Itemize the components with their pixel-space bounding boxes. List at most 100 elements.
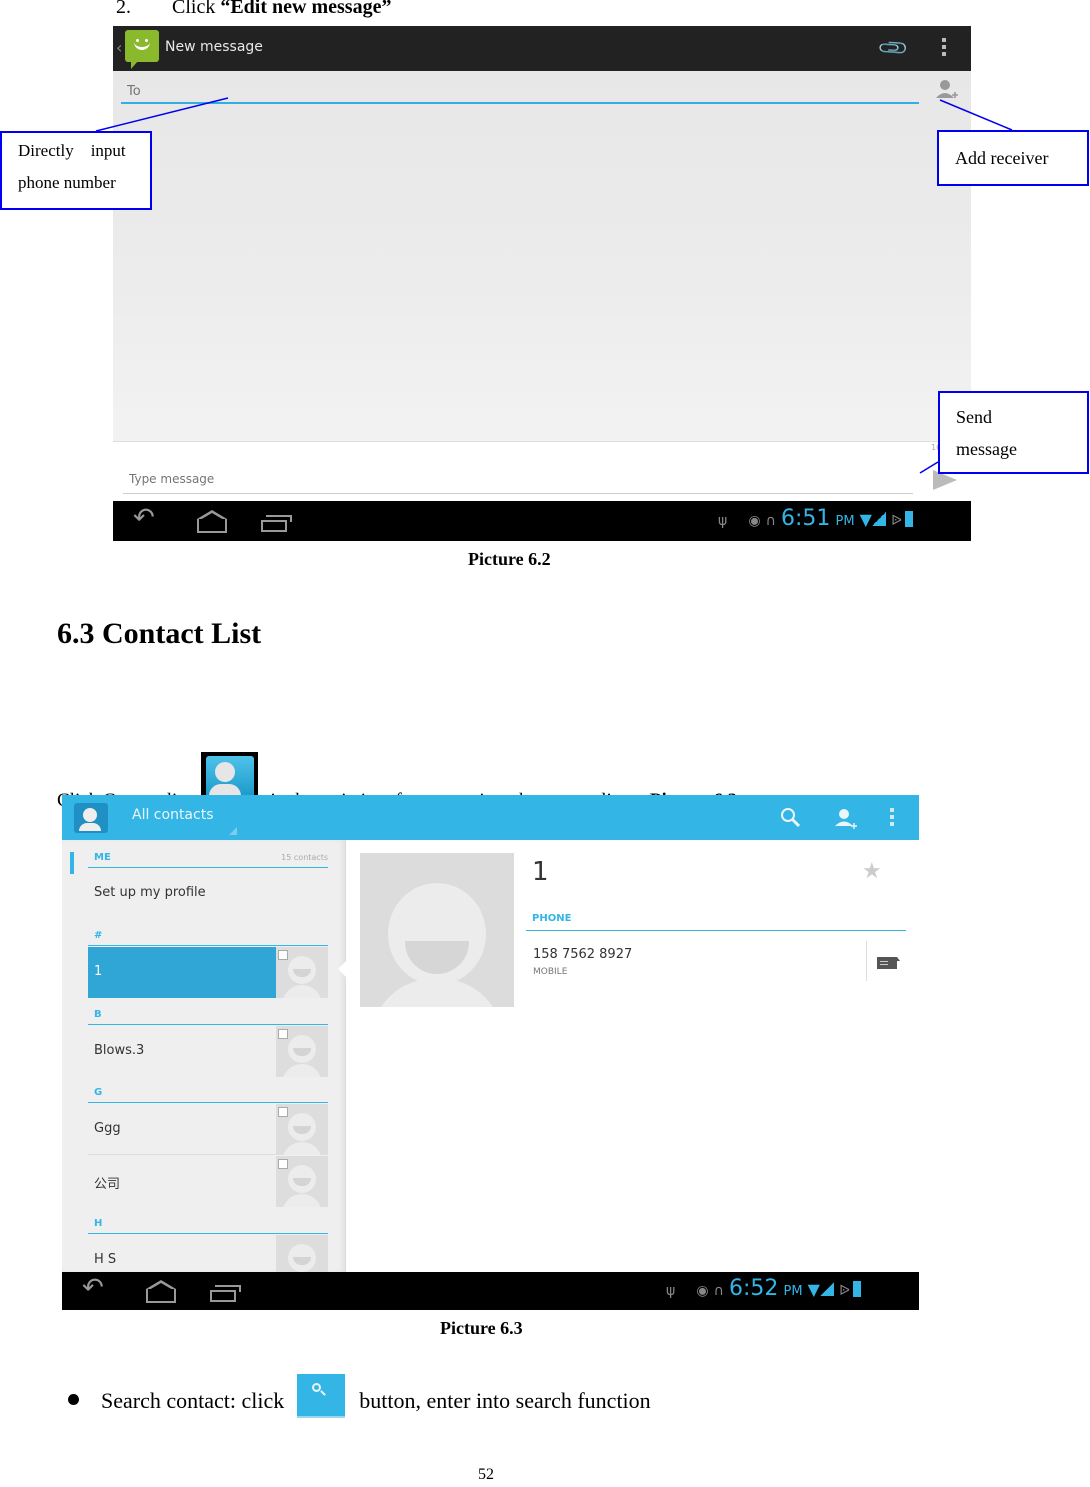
section-header-label: G (94, 1087, 103, 1098)
clock-time: 6:51 (781, 506, 831, 531)
contact-list-pane: ME 15 contacts Set up my profile # 1 B B… (62, 840, 346, 1286)
bullet-search-contact: Search contact: click button, enter into… (68, 1374, 651, 1418)
callout-add-receiver: Add receiver (937, 130, 1089, 186)
setup-profile-label: Set up my profile (94, 885, 206, 900)
callout-line: message (956, 439, 1017, 459)
signal-icon (819, 1282, 834, 1296)
section-header-g: G (88, 1081, 328, 1103)
system-navbar: ↶ ψ ◉ ∩ 6:52 PM ▼ ᐉ (62, 1272, 919, 1310)
clock-ampm: PM (835, 514, 855, 529)
nav-recent-apps-icon[interactable] (210, 1285, 241, 1302)
section-heading: 6.3 Contact List (57, 617, 262, 650)
search-icon[interactable] (780, 807, 802, 829)
signal-icon (871, 512, 886, 526)
bullet-icon (68, 1394, 79, 1405)
overflow-menu-icon[interactable] (942, 38, 947, 59)
clock-time: 6:52 (729, 1276, 779, 1301)
action-bar-title: New message (165, 39, 263, 55)
contact-name: Ggg (94, 1121, 121, 1136)
attach-paperclip-icon[interactable]: 📎 (876, 31, 911, 66)
contacts-app-icon[interactable] (74, 803, 108, 833)
system-navbar: ↶ ψ ◉ ∩ 6:51 PM ▼ ᐉ (113, 501, 971, 541)
battery-icon (852, 1281, 861, 1297)
page-number: 52 (478, 1466, 494, 1483)
back-chevron-icon[interactable]: ‹ (116, 38, 122, 57)
section-header-label: H (94, 1218, 103, 1229)
status-bar: ψ ◉ ∩ 6:51 PM ▼ ᐉ (718, 506, 913, 531)
step-prefix: Click (172, 0, 221, 18)
nav-home-icon[interactable] (146, 1280, 176, 1303)
setup-profile-row[interactable]: Set up my profile (88, 868, 328, 919)
contact-row-selected[interactable]: 1 (88, 947, 328, 998)
bullet-text-after: button, enter into search function (353, 1388, 651, 1413)
callout-send-message: Send message (938, 391, 1089, 474)
callout-line: phone number (18, 173, 116, 192)
type-message-input[interactable] (123, 464, 913, 486)
bluetooth-icon: ᐉ (891, 513, 902, 529)
type-message-field[interactable] (123, 464, 913, 494)
contact-count: 15 contacts (281, 853, 328, 862)
phone-section-header: PHONE (526, 909, 906, 931)
contact-name: H S (94, 1252, 117, 1267)
usb-icon: ψ (718, 513, 728, 529)
callout-line: Directly input (18, 141, 126, 160)
contact-detail-photo[interactable] (360, 853, 514, 1007)
headset-icon: ∩ (765, 513, 776, 529)
section-header-label: B (94, 1009, 102, 1020)
contact-name: 1 (94, 964, 103, 979)
add-person-icon[interactable] (935, 78, 959, 102)
send-sms-icon[interactable] (877, 957, 900, 969)
contact-row[interactable]: 公司 (88, 1156, 328, 1207)
contact-row[interactable]: Ggg (88, 1104, 328, 1155)
contact-detail-name: 1 (532, 857, 549, 887)
to-input[interactable] (121, 80, 919, 99)
nav-home-icon[interactable] (197, 510, 227, 533)
status-bar: ψ ◉ ∩ 6:52 PM ▼ ᐉ (666, 1276, 861, 1301)
quick-contact-badge (278, 950, 288, 960)
phone-number[interactable]: 158 7562 8927 (533, 947, 632, 962)
bullet-text-before: Search contact: click (101, 1388, 285, 1413)
nav-recent-apps-icon[interactable] (261, 515, 292, 532)
clock-ampm: PM (783, 1284, 803, 1299)
quick-contact-badge (278, 1159, 288, 1169)
step-emphasis: “Edit new message” (220, 0, 392, 18)
usb-icon: ψ (666, 1283, 676, 1299)
contacts-screenshot: All contacts ME 15 contacts Set up my pr… (62, 795, 919, 1310)
star-favorite-icon[interactable]: ★ (862, 859, 882, 884)
to-field[interactable] (121, 80, 919, 104)
bluetooth-icon: ᐉ (839, 1283, 850, 1299)
contact-row[interactable]: Blows.3 (88, 1026, 328, 1077)
section-header-h: H (88, 1212, 328, 1234)
add-contact-icon[interactable] (834, 807, 858, 831)
battery-icon (904, 511, 913, 527)
section-header-b: B (88, 1003, 328, 1025)
contacts-filter-dropdown[interactable]: All contacts (132, 807, 237, 835)
smile (134, 42, 150, 50)
search-button-icon (296, 1374, 345, 1418)
contact-name: 公司 (94, 1177, 121, 1192)
contact-name: Blows.3 (94, 1043, 145, 1058)
section-header-me: ME 15 contacts (88, 846, 328, 868)
messaging-app-icon[interactable] (125, 30, 159, 69)
step-heading: 2. Click “Edit new message” (116, 0, 391, 19)
caption-picture-6-2: Picture 6.2 (468, 549, 551, 569)
nav-back-icon[interactable]: ↶ (133, 503, 155, 533)
divider (866, 941, 867, 981)
callout-line: Send (956, 407, 992, 427)
quick-contact-badge (278, 1029, 288, 1039)
step-number: 2. (116, 0, 131, 18)
caption-picture-6-3: Picture 6.3 (440, 1318, 523, 1338)
section-header-label: ME (94, 852, 111, 863)
section-header-label: # (94, 930, 103, 941)
android-icon: ◉ (696, 1283, 709, 1299)
contacts-filter-label: All contacts (132, 807, 214, 823)
wifi-icon: ▼ (807, 1280, 820, 1299)
wifi-icon: ▼ (859, 510, 872, 529)
scrollbar[interactable] (70, 852, 74, 874)
phone-type: MOBILE (533, 967, 568, 977)
nav-back-icon[interactable]: ↶ (82, 1273, 104, 1303)
action-bar: All contacts (62, 795, 919, 840)
selection-pointer (338, 959, 348, 979)
overflow-menu-icon[interactable] (890, 808, 894, 829)
new-message-screenshot: ‹ New message 📎 16 ↶ ψ ◉ ∩ 6:51 PM ▼ (113, 26, 971, 541)
